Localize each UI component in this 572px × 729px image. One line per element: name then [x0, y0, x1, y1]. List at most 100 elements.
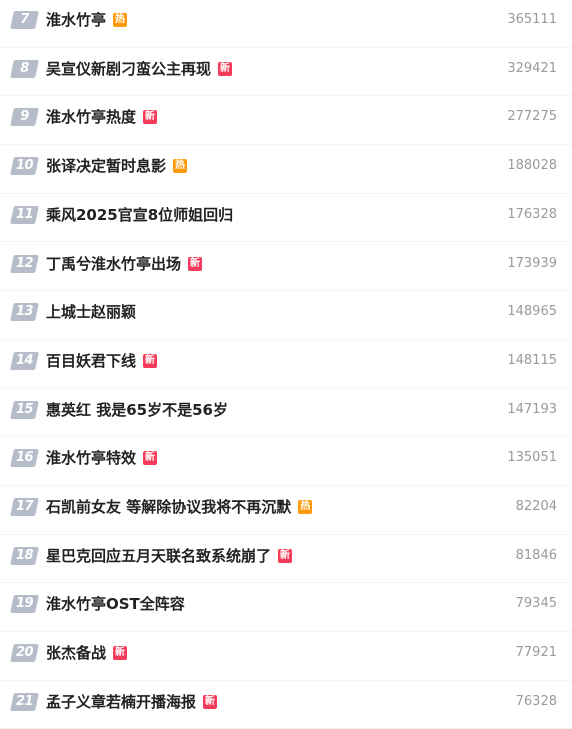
item-title-wrap: 淮水竹亭热度新: [46, 106, 158, 128]
item-title-wrap: 上城士赵丽颖: [46, 301, 136, 323]
item-title[interactable]: 张译决定暂时息影: [46, 155, 166, 177]
heat-count: 176328: [507, 206, 557, 222]
rank-number: 21: [15, 693, 34, 709]
heat-count: 79345: [515, 596, 557, 612]
rank-number: 18: [15, 547, 34, 563]
heat-count: 329421: [507, 60, 557, 76]
hot-badge: 热: [173, 159, 188, 174]
item-title-wrap: 丁禹兮淮水竹亭出场新: [46, 253, 203, 275]
heat-count: 365111: [507, 12, 557, 27]
list-item[interactable]: 9 淮水竹亭热度新 277275: [0, 96, 572, 146]
rank-number: 8: [20, 60, 29, 76]
item-title-wrap: 星巴克回应五月天联名致系统崩了新: [46, 545, 293, 567]
list-item[interactable]: 17 石凯前女友 等解除协议我将不再沉默热 82204: [0, 486, 572, 535]
list-item[interactable]: 18 星巴克回应五月天联名致系统崩了新 81846: [0, 535, 572, 584]
item-title[interactable]: 石凯前女友 等解除协议我将不再沉默: [46, 496, 291, 518]
item-title-wrap: 张杰备战新: [46, 642, 128, 664]
item-title[interactable]: 淮水竹亭OST全阵容: [46, 593, 185, 615]
item-title[interactable]: 淮水竹亭热度: [46, 106, 136, 128]
rank-number: 20: [15, 645, 34, 661]
rank-badge: 19: [10, 595, 39, 614]
heat-count: 82204: [515, 499, 557, 514]
item-title[interactable]: 孟子义章若楠开播海报: [46, 691, 196, 713]
list-item[interactable]: 8 吴宣仪新剧刁蛮公主再现新 329421: [0, 48, 572, 97]
item-title-wrap: 惠英红 我是65岁不是56岁: [46, 399, 228, 421]
rank-number: 19: [15, 596, 34, 612]
rank-number: 12: [15, 255, 34, 271]
rank-number: 9: [20, 109, 29, 125]
rank-number: 10: [15, 158, 34, 174]
list-item[interactable]: 14 百目妖君下线新 148115: [0, 340, 572, 389]
rank-badge: 12: [10, 254, 39, 273]
item-title[interactable]: 上城士赵丽颖: [46, 301, 136, 323]
rank-badge: 13: [10, 303, 39, 322]
rank-badge: 14: [10, 351, 39, 370]
list-item[interactable]: 13 上城士赵丽颖 148965: [0, 291, 572, 340]
item-title[interactable]: 星巴克回应五月天联名致系统崩了: [46, 545, 271, 567]
rank-number: 17: [15, 499, 34, 514]
heat-count: 147193: [507, 401, 557, 417]
item-title-wrap: 张译决定暂时息影热: [46, 155, 188, 177]
heat-count: 76328: [515, 693, 557, 709]
rank-badge: 10: [10, 157, 39, 176]
item-title-wrap: 孟子义章若楠开播海报新: [46, 691, 218, 713]
item-title[interactable]: 吴宣仪新剧刁蛮公主再现: [46, 58, 211, 80]
list-item[interactable]: 7 淮水竹亭热 365111: [0, 0, 572, 48]
rank-badge: 20: [10, 644, 39, 663]
rank-badge: 15: [10, 400, 39, 419]
new-badge: 新: [203, 694, 218, 709]
list-item[interactable]: 10 张译决定暂时息影热 188028: [0, 145, 572, 194]
rank-badge: 21: [10, 692, 39, 711]
heat-count: 135051: [507, 450, 557, 466]
new-badge: 新: [143, 353, 158, 368]
new-badge: 新: [143, 451, 158, 466]
item-title[interactable]: 乘风2025官宣8位师姐回归: [46, 204, 233, 226]
rank-number: 13: [15, 304, 34, 320]
list-item[interactable]: 11 乘风2025官宣8位师姐回归 176328: [0, 194, 572, 243]
new-badge: 新: [143, 110, 158, 125]
rank-badge: 18: [10, 546, 39, 565]
rank-number: 11: [15, 206, 34, 222]
list-item[interactable]: 15 惠英红 我是65岁不是56岁 147193: [0, 389, 572, 438]
item-title-wrap: 淮水竹亭特效新: [46, 447, 158, 469]
heat-count: 81846: [515, 547, 557, 563]
heat-count: 173939: [507, 255, 557, 271]
hot-badge: 热: [113, 13, 128, 27]
item-title-wrap: 淮水竹亭热: [46, 9, 128, 31]
item-title[interactable]: 惠英红 我是65岁不是56岁: [46, 399, 228, 421]
rank-badge: 11: [10, 205, 39, 224]
item-title-wrap: 石凯前女友 等解除协议我将不再沉默热: [46, 496, 313, 518]
item-title[interactable]: 张杰备战: [46, 642, 106, 664]
item-title-wrap: 吴宣仪新剧刁蛮公主再现新: [46, 58, 233, 80]
new-badge: 新: [278, 548, 293, 563]
list-item[interactable]: 12 丁禹兮淮水竹亭出场新 173939: [0, 243, 572, 292]
item-title-wrap: 乘风2025官宣8位师姐回归: [46, 204, 233, 226]
rank-badge: 16: [10, 449, 39, 468]
list-item[interactable]: 21 孟子义章若楠开播海报新 76328: [0, 681, 572, 729]
item-title-wrap: 淮水竹亭OST全阵容: [46, 593, 185, 615]
heat-count: 277275: [507, 109, 557, 125]
item-title[interactable]: 淮水竹亭特效: [46, 447, 136, 469]
new-badge: 新: [113, 646, 128, 661]
list-item[interactable]: 19 淮水竹亭OST全阵容 79345: [0, 583, 572, 633]
rank-badge: 7: [10, 11, 39, 29]
list-item[interactable]: 16 淮水竹亭特效新 135051: [0, 437, 572, 486]
rank-badge: 8: [10, 59, 39, 78]
new-badge: 新: [188, 256, 203, 271]
item-title[interactable]: 百目妖君下线: [46, 350, 136, 372]
item-title[interactable]: 丁禹兮淮水竹亭出场: [46, 253, 181, 275]
heat-count: 148965: [507, 304, 557, 320]
new-badge: 新: [218, 61, 233, 76]
rank-number: 7: [20, 12, 29, 27]
rank-number: 14: [15, 352, 34, 368]
rank-number: 15: [15, 401, 34, 417]
list-item[interactable]: 20 张杰备战新 77921: [0, 632, 572, 681]
item-title-wrap: 百目妖君下线新: [46, 350, 158, 372]
hot-search-list: 7 淮水竹亭热 365111 8 吴宣仪新剧刁蛮公主再现新 329421 9 淮水竹亭热度新 2…: [0, 0, 572, 729]
rank-badge: 17: [10, 498, 39, 516]
rank-number: 16: [15, 450, 34, 466]
item-title[interactable]: 淮水竹亭: [46, 9, 106, 31]
heat-count: 188028: [507, 158, 557, 174]
hot-badge: 热: [298, 500, 313, 514]
heat-count: 77921: [515, 645, 557, 661]
